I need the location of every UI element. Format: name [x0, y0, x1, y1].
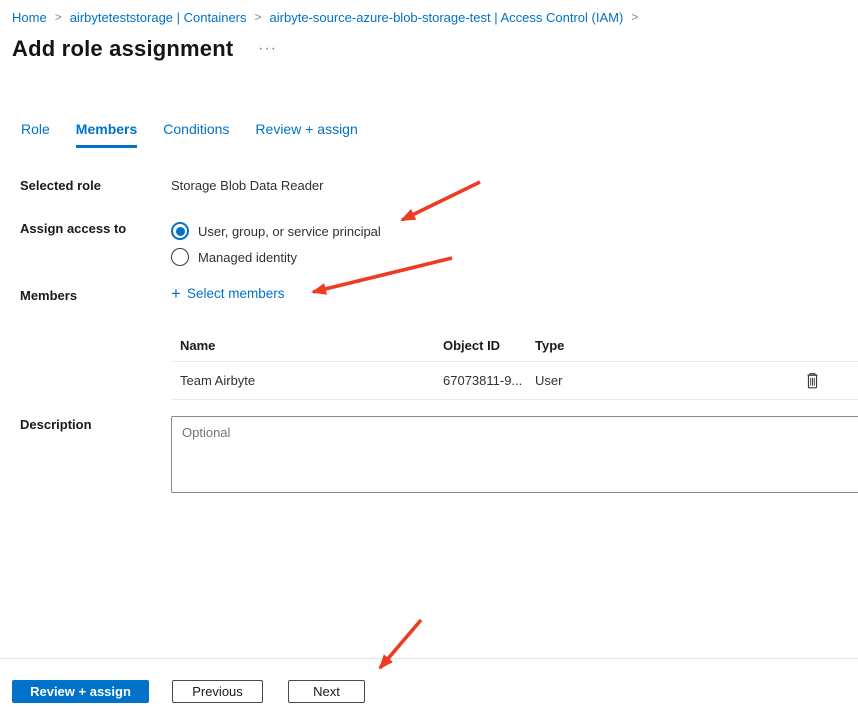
tab-conditions[interactable]: Conditions [163, 121, 229, 148]
radio-selected-icon [171, 222, 189, 240]
selected-role-label: Selected role [20, 178, 101, 193]
column-header-type: Type [535, 338, 803, 353]
radio-managed-identity[interactable]: Managed identity [171, 244, 381, 270]
chevron-right-icon: > [55, 10, 62, 24]
member-name: Team Airbyte [180, 373, 443, 388]
assign-access-radio-group: User, group, or service principal Manage… [171, 218, 381, 270]
arrow-to-radio [402, 182, 480, 220]
column-header-object-id: Object ID [443, 338, 535, 353]
arrow-to-next-button [380, 620, 421, 668]
tab-members[interactable]: Members [76, 121, 137, 148]
breadcrumb-access-control-iam[interactable]: airbyte-source-azure-blob-storage-test |… [270, 10, 624, 25]
add-role-assignment-page: Home > airbyteteststorage | Containers >… [0, 0, 858, 710]
description-input[interactable] [171, 416, 858, 493]
column-header-name: Name [180, 338, 443, 353]
radio-option-label: User, group, or service principal [198, 224, 381, 239]
members-label: Members [20, 288, 77, 303]
next-button[interactable]: Next [288, 680, 365, 703]
member-type: User [535, 373, 803, 388]
table-row: Team Airbyte 67073811-9... User [171, 362, 858, 400]
member-object-id: 67073811-9... [443, 373, 535, 388]
select-members-text: Select members [187, 286, 285, 301]
breadcrumb: Home > airbyteteststorage | Containers >… [12, 10, 638, 25]
radio-option-label: Managed identity [198, 250, 297, 265]
table-header-row: Name Object ID Type [171, 331, 858, 362]
radio-unselected-icon [171, 248, 189, 266]
trash-icon [805, 372, 820, 389]
footer-divider [0, 658, 858, 659]
tab-review-assign[interactable]: Review + assign [255, 121, 357, 148]
more-menu-icon[interactable]: ··· [258, 40, 277, 58]
wizard-tabs: Role Members Conditions Review + assign [21, 121, 358, 148]
selected-role-value: Storage Blob Data Reader [171, 178, 323, 193]
previous-button[interactable]: Previous [172, 680, 263, 703]
chevron-right-icon: > [255, 10, 262, 24]
breadcrumb-storage-containers[interactable]: airbyteteststorage | Containers [70, 10, 247, 25]
assign-access-to-label: Assign access to [20, 221, 126, 236]
radio-user-group-service-principal[interactable]: User, group, or service principal [171, 218, 381, 244]
page-title: Add role assignment [12, 36, 233, 62]
delete-member-button[interactable] [803, 370, 822, 391]
review-assign-button[interactable]: Review + assign [12, 680, 149, 703]
members-table: Name Object ID Type Team Airbyte 6707381… [171, 331, 858, 400]
chevron-right-icon: > [631, 10, 638, 24]
tab-role[interactable]: Role [21, 121, 50, 148]
select-members-link[interactable]: + Select members [171, 285, 284, 302]
plus-icon: + [171, 285, 181, 302]
description-label: Description [20, 417, 92, 432]
breadcrumb-home[interactable]: Home [12, 10, 47, 25]
